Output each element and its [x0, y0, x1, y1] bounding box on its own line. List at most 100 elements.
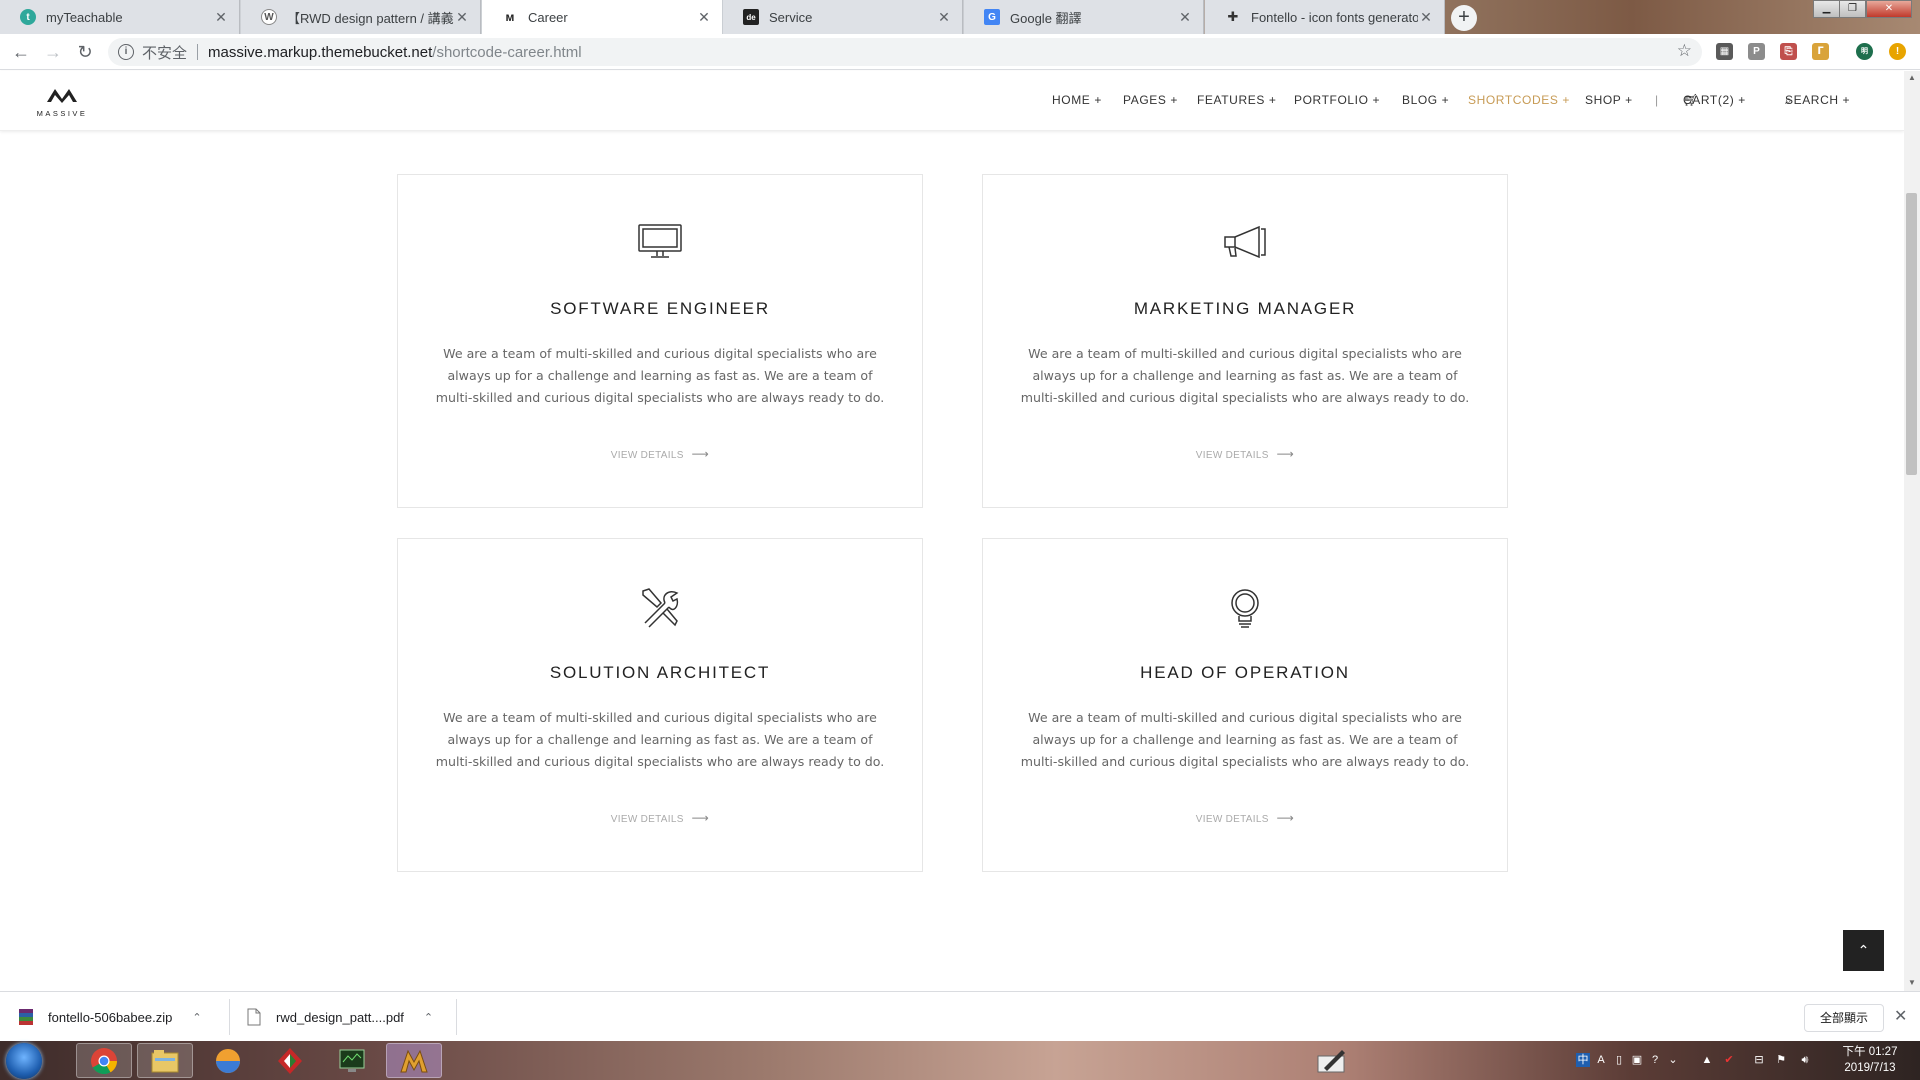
nav-item-features[interactable]: FEATURES +: [1197, 93, 1276, 107]
massive-app-icon: [400, 1049, 428, 1072]
update-alert-icon[interactable]: !: [1889, 43, 1906, 60]
view-details-link[interactable]: VIEW DETAILS ⟶: [983, 811, 1507, 825]
downloads-bar: fontello-506babee.zip ⌃ rwd_design_patt.…: [0, 991, 1920, 1041]
help-icon[interactable]: ?: [1648, 1053, 1662, 1067]
close-tab-icon[interactable]: ✕: [213, 9, 229, 26]
taskbar-monitor[interactable]: [324, 1043, 380, 1078]
new-tab-button[interactable]: +: [1451, 5, 1477, 31]
address-bar[interactable]: i 不安全 massive.markup.themebucket.net/sho…: [108, 38, 1702, 66]
view-details-link[interactable]: VIEW DETAILS ⟶: [398, 447, 922, 461]
taskbar-explorer[interactable]: [137, 1043, 193, 1078]
job-title: HEAD OF OPERATION: [1140, 663, 1350, 682]
nav-item-shortcodes[interactable]: SHORTCODES +: [1468, 93, 1570, 107]
chrome-icon: [91, 1047, 118, 1074]
browser-tab[interactable]: G Google 翻譯 ✕: [964, 0, 1204, 34]
arrow-right-icon: ⟶: [691, 811, 710, 825]
pen-input-icon: [1317, 1049, 1345, 1072]
start-button[interactable]: [6, 1043, 42, 1079]
taskbar-chrome[interactable]: [76, 1043, 132, 1078]
tab-favicon-icon: G: [984, 9, 1000, 25]
bookmark-star-icon[interactable]: ☆: [1677, 41, 1692, 61]
back-icon[interactable]: ←: [8, 39, 34, 65]
extension-qr-icon[interactable]: ▦: [1716, 43, 1733, 60]
tab-favicon-icon: de: [743, 9, 759, 25]
browser-tab[interactable]: W 【RWD design pattern / 講義下 ✕: [241, 0, 481, 34]
nav-item-pages[interactable]: PAGES +: [1123, 93, 1178, 107]
scrollbar-thumb[interactable]: [1906, 193, 1917, 475]
career-card: MARKETING MANAGER We are a team of multi…: [982, 174, 1508, 508]
megaphone-icon: [983, 223, 1507, 267]
nav-item-home[interactable]: HOME +: [1052, 93, 1102, 107]
tab-title: Fontello - icon fonts generator: [1251, 9, 1418, 25]
browser-tab[interactable]: t myTeachable ✕: [0, 0, 240, 34]
close-tab-icon[interactable]: ✕: [1177, 9, 1193, 26]
app-logo-icon: [278, 1047, 302, 1074]
browser-tab[interactable]: ✚ Fontello - icon fonts generator ✕: [1205, 0, 1445, 34]
nav-item-shop[interactable]: SHOP +: [1585, 93, 1633, 107]
career-card: SOLUTION ARCHITECT We are a team of mult…: [397, 538, 923, 872]
clock-date: 2019/7/13: [1844, 1062, 1896, 1074]
view-details-link[interactable]: VIEW DETAILS ⟶: [398, 811, 922, 825]
close-icon[interactable]: ✕: [1894, 1006, 1907, 1026]
lightbulb-icon: [983, 587, 1507, 631]
job-title: SOFTWARE ENGINEER: [550, 299, 770, 318]
reload-icon[interactable]: ↻: [72, 39, 98, 65]
antivirus-icon[interactable]: ✔: [1722, 1053, 1736, 1067]
system-clock[interactable]: 下午 01:27 2019/7/13: [1830, 1044, 1910, 1076]
close-tab-icon[interactable]: ✕: [696, 9, 712, 26]
tab-title: Career: [528, 9, 568, 25]
scroll-down-arrow-icon[interactable]: ▼: [1908, 978, 1916, 987]
taskbar-app-m[interactable]: [386, 1043, 442, 1078]
taskbar-media-player[interactable]: [200, 1043, 256, 1078]
browser-tab-active[interactable]: ᴍ Career ✕: [482, 0, 722, 34]
extension-pdf-icon[interactable]: ⎘: [1780, 43, 1797, 60]
tab-favicon-icon: t: [20, 9, 36, 25]
close-tab-icon[interactable]: ✕: [454, 9, 470, 26]
network-icon[interactable]: ⊟: [1752, 1053, 1766, 1067]
view-details-link[interactable]: VIEW DETAILS ⟶: [983, 447, 1507, 461]
show-hidden-icons-icon[interactable]: ▲: [1700, 1053, 1714, 1067]
search-label: SEARCH +: [1785, 93, 1851, 107]
chevron-up-icon[interactable]: ⌃: [192, 1011, 201, 1024]
job-description: We are a team of multi-skilled and curio…: [1020, 346, 1470, 405]
scroll-up-arrow-icon[interactable]: ▲: [1908, 73, 1916, 82]
media-player-icon: [216, 1048, 240, 1073]
extension-p-icon[interactable]: P: [1748, 43, 1765, 60]
font-icon[interactable]: A: [1594, 1053, 1608, 1067]
volume-icon[interactable]: 🔊︎: [1798, 1053, 1812, 1067]
action-center-icon[interactable]: ⚑: [1774, 1053, 1788, 1067]
cart-label: CART(2) +: [1683, 93, 1746, 107]
download-item[interactable]: rwd_design_patt....pdf ⌃: [246, 1004, 433, 1030]
forward-icon[interactable]: →: [40, 39, 66, 65]
taskbar-pen-tool[interactable]: [1310, 1043, 1354, 1078]
nav-item-portfolio[interactable]: PORTFOLIO +: [1294, 93, 1380, 107]
download-item[interactable]: fontello-506babee.zip ⌃: [18, 1004, 202, 1030]
tab-favicon-icon: W: [261, 9, 277, 25]
close-tab-icon[interactable]: ✕: [1418, 9, 1434, 26]
close-window-button[interactable]: ✕: [1866, 0, 1912, 18]
display-icon[interactable]: ▣: [1630, 1053, 1644, 1067]
browser-toolbar: ← → ↻ i 不安全 massive.markup.themebucket.n…: [0, 34, 1920, 70]
close-tab-icon[interactable]: ✕: [936, 9, 952, 26]
security-label: 不安全: [142, 44, 188, 62]
chevron-up-icon[interactable]: ⌃: [424, 1011, 433, 1024]
nav-item-blog[interactable]: BLOG +: [1402, 93, 1449, 107]
browser-tab[interactable]: de Service ✕: [723, 0, 963, 34]
info-icon[interactable]: i: [118, 44, 134, 60]
back-to-top-button[interactable]: ⌃: [1843, 930, 1884, 971]
show-all-downloads-button[interactable]: 全部顯示: [1804, 1004, 1884, 1032]
browser-tab-strip: t myTeachable ✕ W 【RWD design pattern / …: [0, 0, 1920, 34]
profile-avatar-icon[interactable]: 明: [1856, 43, 1873, 60]
options-icon[interactable]: ⌄: [1666, 1053, 1680, 1067]
folder-icon: [151, 1049, 179, 1072]
maximize-window-button[interactable]: ❐: [1839, 0, 1866, 18]
input-method-icon[interactable]: 中: [1576, 1053, 1590, 1067]
minimize-window-button[interactable]: ▁: [1813, 0, 1840, 18]
extension-tool-icon[interactable]: ᒥ: [1812, 43, 1829, 60]
taskbar-app-red[interactable]: [262, 1043, 318, 1078]
divider: [229, 999, 230, 1035]
keyboard-icon[interactable]: ▯: [1612, 1053, 1626, 1067]
tab-title: Google 翻譯: [1010, 10, 1082, 26]
file-icon: [247, 1008, 261, 1026]
logo-text: MASSIVE: [36, 109, 88, 118]
